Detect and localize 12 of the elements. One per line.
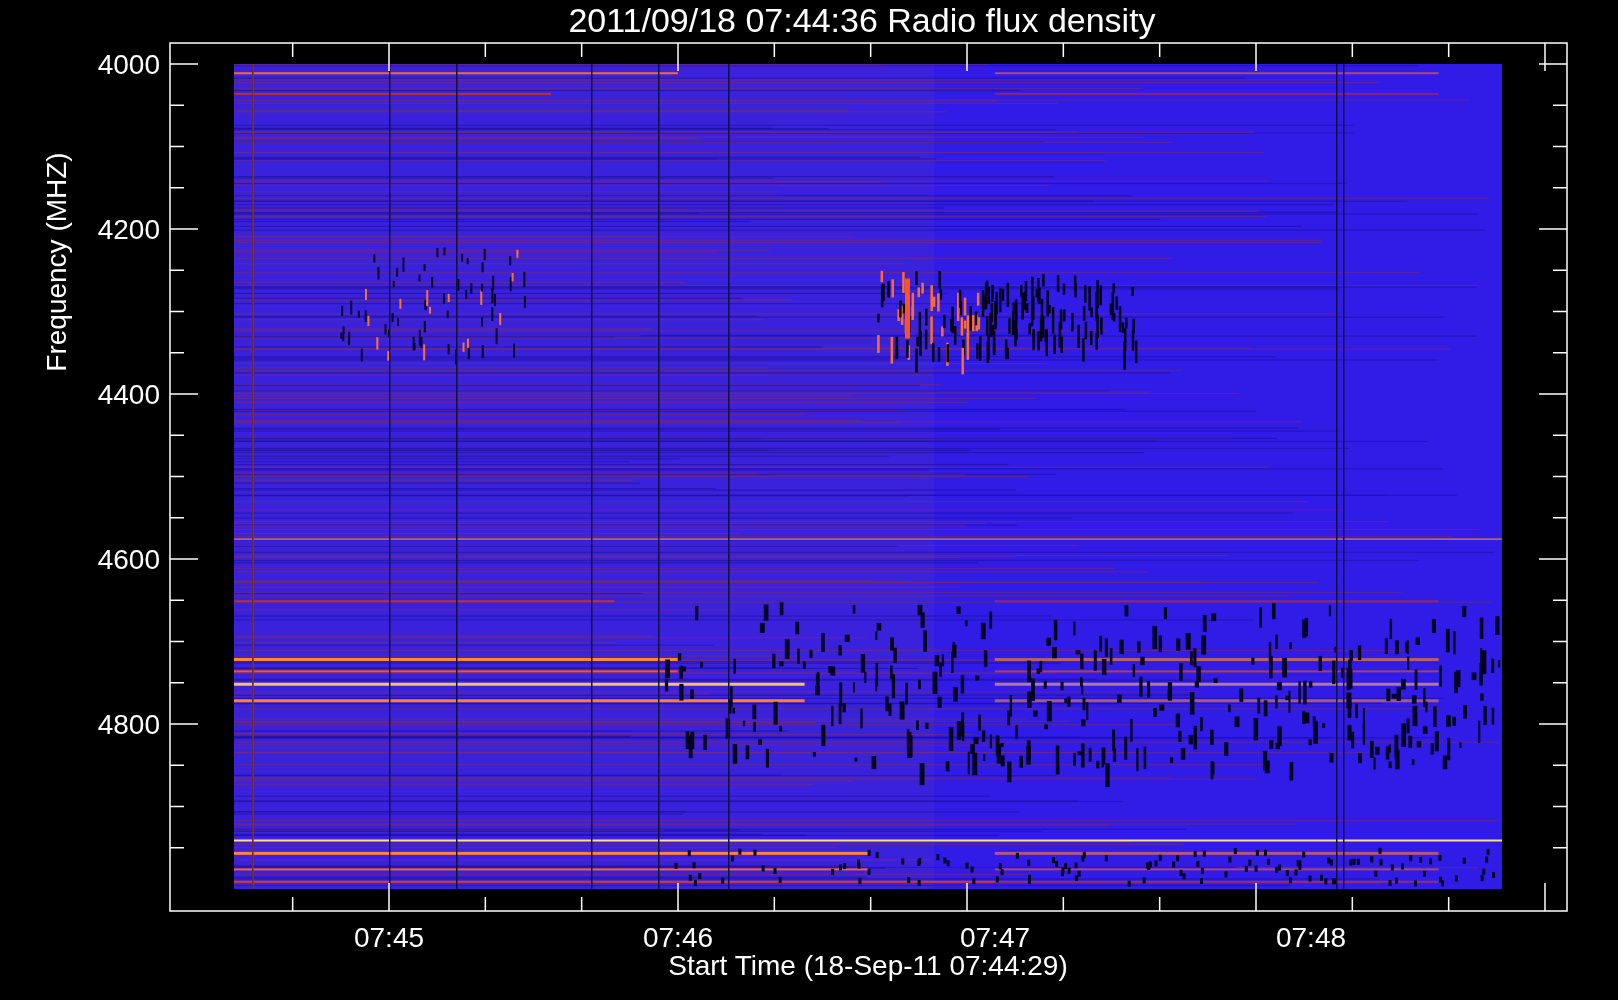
x-tick-label: 07:48 [1275, 922, 1347, 953]
y-tick-label: 4200 [97, 214, 160, 245]
y-axis-label: Frequency (MHZ) [41, 152, 72, 372]
y-tick-label: 4600 [97, 544, 160, 575]
y-tick-label: 4400 [97, 379, 160, 410]
x-tick-label: 07:47 [959, 922, 1031, 953]
x-axis-label: Start Time (18-Sep-11 07:44:29) [668, 950, 1068, 981]
plot-title: 2011/09/18 07:44:36 Radio flux density [568, 1, 1156, 39]
x-tick-label: 07:46 [642, 922, 714, 953]
y-tick-label: 4800 [97, 709, 160, 740]
y-tick-label: 4000 [97, 49, 160, 80]
x-tick-label: 07:45 [353, 922, 425, 953]
